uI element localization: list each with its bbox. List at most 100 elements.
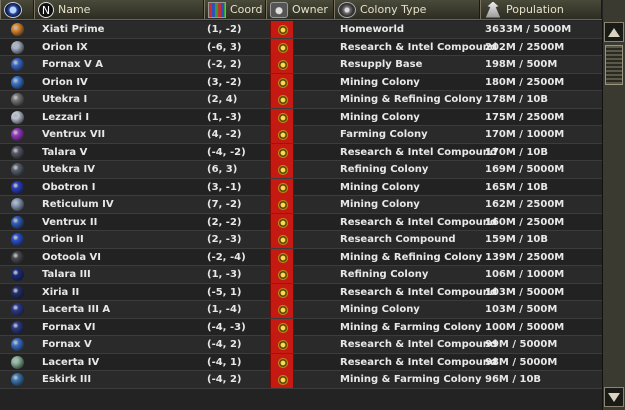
planet-icon: [11, 93, 24, 106]
vertical-scrollbar[interactable]: [602, 0, 625, 410]
owner-badge: [270, 161, 294, 178]
column-header-colony-type[interactable]: Colony Type: [334, 0, 480, 19]
empire-emblem-icon: [278, 217, 288, 228]
table-row[interactable]: Lacerta IV (-4, 1) Research & Intel Compou…: [0, 353, 602, 371]
table-row[interactable]: Fornax VI (-4, -3) Mining & Farming Colony…: [0, 318, 602, 336]
planet-coord: (1, -3): [207, 111, 242, 123]
owner-badge: [270, 38, 294, 56]
colony-type: Mining Colony: [340, 111, 420, 123]
empire-emblem-icon: [278, 130, 288, 140]
empire-emblem-icon: [278, 287, 288, 298]
table-row[interactable]: Ventrux II (2, -2) Research & Intel Compou…: [0, 213, 602, 231]
owner-badge: [270, 266, 294, 283]
table-row[interactable]: Obotron I (3, -1) Mining Colony 165M / 10B: [0, 178, 602, 196]
table-row[interactable]: Talara V (-4, -2) Research & Intel Compoun…: [0, 143, 602, 161]
population: 169M / 5000M: [485, 164, 565, 175]
table-row[interactable]: Xiati Prime (1, -2) Homeworld 3633M / 5000M: [0, 21, 602, 39]
column-header-owner-label: Owner: [292, 3, 328, 16]
planet-name: Orion IX: [42, 41, 88, 53]
table-row[interactable]: Lezzari I (1, -3) Mining Colony 175M / 2500…: [0, 108, 602, 126]
colony-type: Research & Intel Compound: [340, 339, 497, 350]
table-row[interactable]: Ventrux VII (4, -2) Farming Colony 170M / 1…: [0, 126, 602, 144]
owner-badge: [270, 301, 294, 318]
scroll-up-button[interactable]: [604, 22, 624, 42]
population: 198M / 500M: [485, 59, 558, 70]
planet-coord: (-4, 2): [207, 339, 242, 350]
planet-coord: (-2, -4): [207, 251, 246, 263]
column-header-eye[interactable]: [0, 0, 34, 19]
table-row[interactable]: Ootoola VI (-2, -4) Mining & Refining Colo…: [0, 248, 602, 266]
population: 162M / 2500M: [485, 199, 565, 210]
population: 175M / 2500M: [485, 111, 565, 123]
planet-coord: (7, -2): [207, 199, 242, 210]
planet-icon: [11, 23, 24, 36]
colony-type: Research & Intel Compound: [340, 146, 497, 158]
table-row[interactable]: Orion IV (3, -2) Mining Colony 180M / 2500M: [0, 73, 602, 91]
table-row[interactable]: Reticulum IV (7, -2) Mining Colony 162M / 2…: [0, 196, 602, 214]
table-row[interactable]: Fornax V (-4, 2) Research & Intel Compound…: [0, 336, 602, 354]
planet-name: Xiati Prime: [42, 24, 105, 35]
table-row[interactable]: Talara III (1, -3) Refining Colony 106M / 1…: [0, 266, 602, 284]
eye-icon: [4, 1, 22, 18]
table-row[interactable]: Orion II (2, -3) Research Compound 159M / 1…: [0, 231, 602, 249]
planet-coord: (-6, 3): [207, 41, 242, 53]
planet-coord: (2, -3): [207, 234, 242, 245]
table-row[interactable]: Fornax V A (-2, 2) Resupply Base 198M / 500…: [0, 56, 602, 74]
planet-name: Orion IV: [42, 76, 88, 88]
owner-badge: [270, 108, 294, 126]
owner-badge: [270, 91, 294, 108]
planet-coord: (6, 3): [207, 164, 238, 175]
empire-emblem-icon: [278, 340, 288, 350]
scroll-down-button[interactable]: [604, 387, 624, 407]
empire-emblem-icon: [278, 252, 288, 263]
table-header: N Name Coord Owner Colony Type Populatio…: [0, 0, 602, 20]
planet-icon: [11, 268, 24, 281]
colony-type: Mining & Farming Colony: [340, 374, 482, 385]
planet-coord: (3, -2): [207, 76, 242, 88]
population: 106M / 1000M: [485, 269, 565, 280]
planet-coord: (-4, 2): [207, 374, 242, 385]
table-row[interactable]: Xiria II (-5, 1) Research & Intel Compound…: [0, 283, 602, 301]
population: 103M / 5000M: [485, 286, 565, 298]
population: 160M / 2500M: [485, 216, 565, 228]
population: 180M / 2500M: [485, 76, 565, 88]
empire-emblem-icon: [278, 112, 288, 123]
owner-badge: [270, 56, 294, 73]
planet-icon: [11, 180, 24, 194]
table-row[interactable]: Lacerta III A (1, -4) Mining Colony 103M / …: [0, 301, 602, 319]
colony-type: Homeworld: [340, 24, 405, 35]
table-row[interactable]: Utekra I (2, 4) Mining & Refining Colony 17…: [0, 91, 602, 109]
planet-name: Utekra I: [42, 94, 88, 105]
population: 170M / 10B: [485, 146, 548, 158]
planet-icon: [11, 58, 24, 71]
empire-emblem-icon: [278, 200, 288, 210]
colony-type: Mining Colony: [340, 304, 420, 315]
empire-emblem-icon: [278, 165, 288, 175]
owner-badge: [270, 143, 294, 161]
owner-badge: [270, 21, 294, 38]
owner-icon: [270, 1, 288, 18]
population: 139M / 2500M: [485, 251, 565, 263]
empire-emblem-icon: [278, 95, 288, 105]
planet-coord: (4, -2): [207, 129, 242, 140]
planet-icon: [11, 198, 24, 211]
scrollbar-thumb[interactable]: [605, 45, 623, 85]
population-icon: [485, 1, 501, 18]
column-header-name-label: Name: [58, 3, 91, 16]
planet-icon: [11, 145, 24, 159]
planet-coord: (1, -4): [207, 304, 242, 315]
table-row[interactable]: Utekra IV (6, 3) Refining Colony 169M / 500…: [0, 161, 602, 179]
planet-name: Lacerta IV: [42, 356, 100, 368]
column-header-owner[interactable]: Owner: [266, 0, 334, 19]
table-row[interactable]: Orion IX (-6, 3) Research & Intel Compound…: [0, 38, 602, 56]
empire-emblem-icon: [278, 25, 288, 35]
planet-name: Obotron I: [42, 181, 96, 193]
column-header-name[interactable]: N Name: [34, 0, 204, 19]
column-header-coord[interactable]: Coord: [204, 0, 266, 19]
column-header-pop-label: Population: [506, 3, 564, 16]
owner-badge: [270, 196, 294, 213]
empire-emblem-icon: [278, 235, 288, 245]
table-row[interactable]: Eskirk III (-4, 2) Mining & Farming Colony…: [0, 371, 602, 389]
planet-name: Orion II: [42, 234, 84, 245]
column-header-population[interactable]: Population: [480, 0, 602, 19]
